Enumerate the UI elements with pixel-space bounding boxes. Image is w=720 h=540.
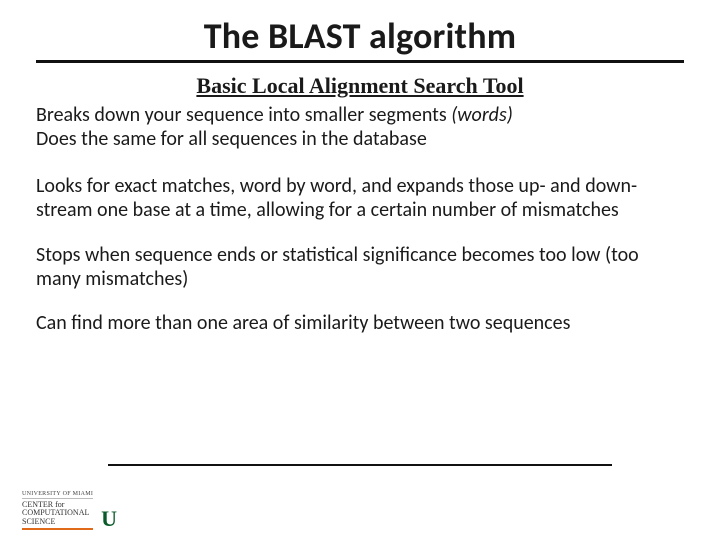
footer-logo: UNIVERSITY OF MIAMI CENTER for COMPUTATI… <box>22 491 117 530</box>
u-logo-icon: U <box>101 508 117 530</box>
logo-text: UNIVERSITY OF MIAMI CENTER for COMPUTATI… <box>22 491 93 530</box>
paragraph-4: Can find more than one area of similarit… <box>36 311 684 335</box>
line-1-italic: (words) <box>451 103 513 127</box>
line-2: Does the same for all sequences in the d… <box>36 127 427 151</box>
paragraph-1: Breaks down your sequence into smaller s… <box>36 103 684 152</box>
subtitle: Basic Local Alignment Search Tool <box>36 73 684 99</box>
slide-title: The BLAST algorithm <box>0 14 720 58</box>
paragraph-3: Stops when sequence ends or statistical … <box>36 243 684 292</box>
logo-university: UNIVERSITY OF MIAMI <box>22 491 93 499</box>
paragraph-2: Looks for exact matches, word by word, a… <box>36 174 684 223</box>
u-left: U <box>101 508 117 530</box>
footer-divider <box>108 464 612 466</box>
slide-content: Basic Local Alignment Search Tool Breaks… <box>0 63 720 336</box>
logo-center-3: SCIENCE <box>22 518 93 526</box>
line-1: Breaks down your sequence into smaller s… <box>36 103 451 127</box>
slide: The BLAST algorithm Basic Local Alignmen… <box>0 0 720 540</box>
title-wrap: The BLAST algorithm <box>0 0 720 63</box>
